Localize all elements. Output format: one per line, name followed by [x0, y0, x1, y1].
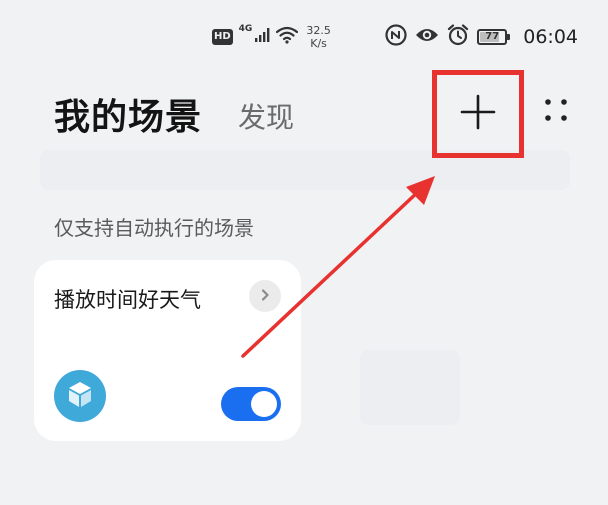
- scene-enable-toggle[interactable]: [221, 387, 281, 421]
- page-title: 我的场景: [54, 97, 203, 138]
- status-bar-right: 77 06:04: [385, 22, 578, 52]
- hd-badge: HD: [212, 29, 233, 45]
- scene-detail-button[interactable]: [249, 280, 281, 312]
- network-speed: 32.5 K/s: [306, 24, 331, 50]
- battery-icon: 77: [477, 29, 511, 45]
- four-dots-icon: [542, 96, 570, 128]
- signal-bars-icon: [254, 27, 270, 47]
- status-bar-left: HD 4G 32.5 K/s: [212, 22, 331, 52]
- chevron-right-icon: [258, 287, 272, 306]
- battery-level: 77: [485, 31, 500, 42]
- section-label-auto-scenes: 仅支持自动执行的场景: [54, 216, 254, 240]
- nfc-icon: [385, 24, 407, 50]
- background-panel: [360, 350, 460, 425]
- network-type-label: 4G: [238, 24, 253, 34]
- network-speed-value: 32.5: [306, 24, 331, 37]
- add-scene-button[interactable]: [432, 70, 524, 158]
- network-speed-unit: K/s: [310, 37, 327, 50]
- scene-card[interactable]: 播放时间好天气: [34, 260, 301, 441]
- tab-discover[interactable]: 发现: [238, 96, 294, 136]
- alarm-icon: [447, 24, 469, 50]
- wifi-icon: [276, 26, 299, 48]
- scene-name: 播放时间好天气: [54, 288, 201, 312]
- status-bar: HD 4G 32.5 K/s 77 06:04: [0, 0, 608, 70]
- scene-type-badge: [54, 370, 106, 422]
- clock-time: 06:04: [523, 26, 578, 48]
- cube-icon: [65, 379, 95, 413]
- more-options-button[interactable]: [536, 92, 576, 132]
- eye-icon: [415, 26, 439, 48]
- plus-icon: [458, 92, 498, 136]
- toggle-knob: [251, 391, 277, 417]
